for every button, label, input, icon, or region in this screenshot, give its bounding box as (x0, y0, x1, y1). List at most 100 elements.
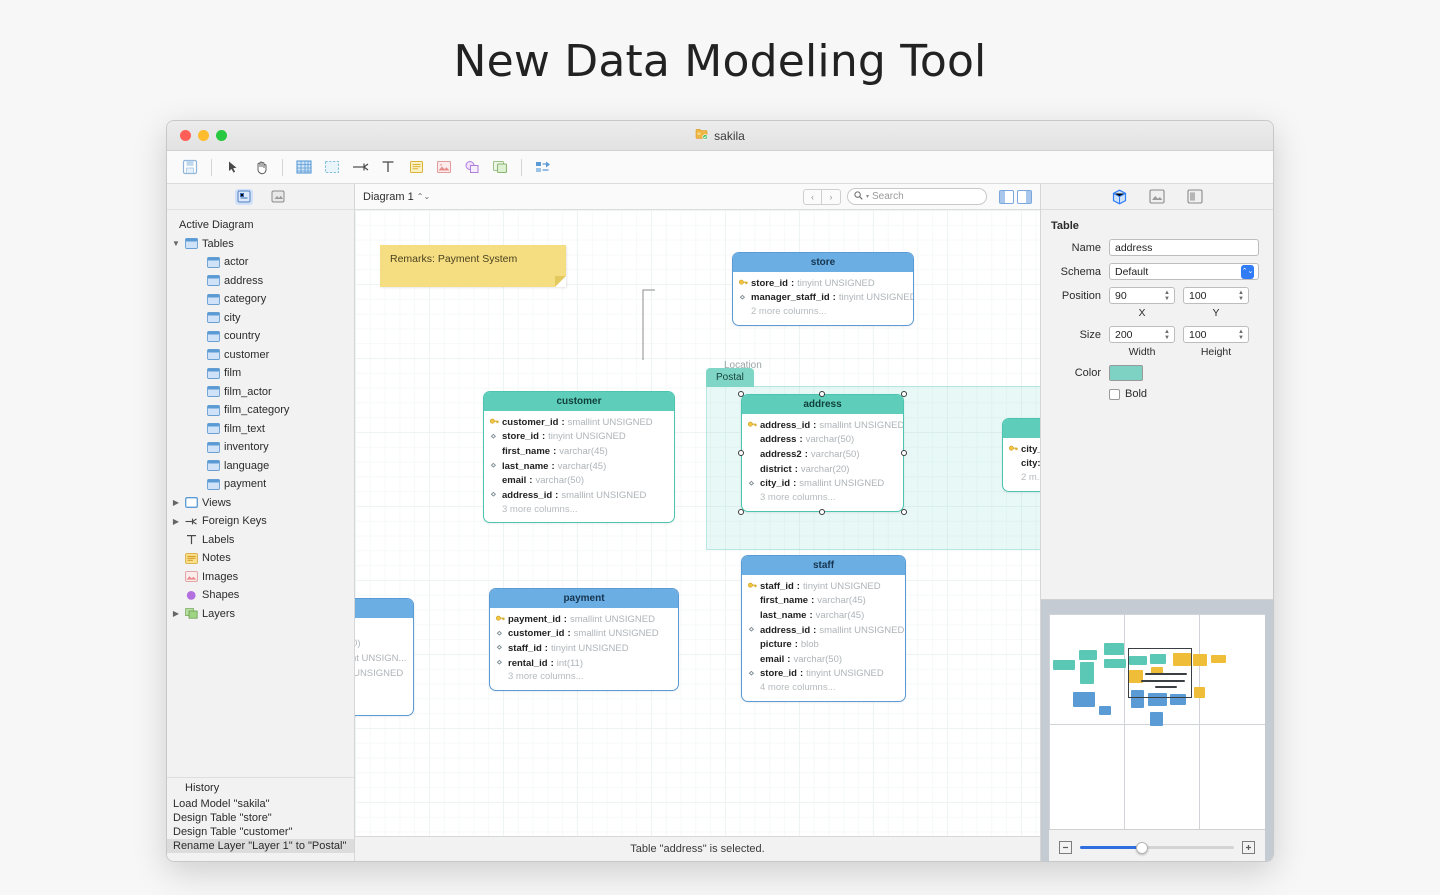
table-rental[interactable]: rental tetime(0) ediumint UNSIGN... mall… (355, 598, 414, 716)
tree-group-layers[interactable]: ▶ Layers (167, 605, 354, 624)
tree-item-film[interactable]: film (167, 364, 354, 383)
tree-group-shapes[interactable]: Shapes (167, 586, 354, 605)
zoom-slider-knob[interactable] (1136, 842, 1148, 854)
stepper-arrows-icon[interactable]: ▲▼ (1236, 329, 1248, 341)
table-column[interactable]: email: varchar(50) (748, 652, 899, 667)
chevron-right-icon[interactable]: ▶ (171, 517, 181, 526)
table-column[interactable]: store_id: tinyint UNSIGNED (490, 430, 668, 445)
table-column[interactable]: picture: blob (748, 637, 899, 652)
table-more-columns[interactable]: 4 more columns... (748, 681, 899, 696)
table-column[interactable]: customer_id: smallint UNSIGNED (496, 627, 672, 642)
show-left-panel-toggle[interactable] (999, 190, 1014, 204)
tree-item-inventory[interactable]: inventory (167, 438, 354, 457)
stepper-arrows-icon[interactable]: ▲▼ (1236, 290, 1248, 302)
table-column[interactable]: manager_staff_id: tinyint UNSIGNED (739, 291, 907, 306)
select-tool-button[interactable] (220, 155, 246, 179)
tree-group-images[interactable]: Images (167, 568, 354, 587)
table-address[interactable]: address address_id: smallint UNSIGNED ad… (741, 394, 904, 512)
table-column[interactable]: first_name: varchar(45) (490, 444, 668, 459)
table-column[interactable]: payment_id: smallint UNSIGNED (496, 612, 672, 627)
table-column[interactable]: last_name: varchar(45) (490, 459, 668, 474)
table-customer[interactable]: customer customer_id: smallint UNSIGNED … (483, 391, 675, 523)
objects-tab[interactable] (269, 189, 287, 205)
table-column[interactable]: district: varchar(20) (748, 462, 897, 477)
tree-item-country[interactable]: country (167, 327, 354, 346)
table-city[interactable]: city_ city: 2 m... (1002, 418, 1040, 492)
save-button[interactable] (177, 155, 203, 179)
table-column[interactable]: store_id: tinyint UNSIGNED (748, 667, 899, 682)
zoom-slider[interactable] (1080, 846, 1234, 849)
add-view-button[interactable] (319, 155, 345, 179)
table-more-columns[interactable]: 3 more columns... (748, 491, 897, 506)
table-column[interactable]: address_id: smallint UNSIGNED (748, 623, 899, 638)
tree-item-actor[interactable]: actor (167, 253, 354, 272)
pan-tool-button[interactable] (248, 155, 274, 179)
chevron-updown-icon[interactable]: ⌃⌄ (1241, 265, 1254, 279)
chevron-updown-icon[interactable]: ⌃⌄ (417, 192, 430, 201)
history-entry-selected[interactable]: Rename Layer "Layer 1" to "Postal" (167, 839, 354, 853)
arrange-button[interactable] (530, 155, 556, 179)
selection-handle[interactable] (901, 450, 907, 456)
add-note-button[interactable] (403, 155, 429, 179)
stepper-arrows-icon[interactable]: ▲▼ (1162, 290, 1174, 302)
table-staff[interactable]: staff staff_id: tinyint UNSIGNED first_n… (741, 555, 906, 702)
selection-handle[interactable] (901, 391, 907, 397)
table-column[interactable]: email: varchar(50) (490, 473, 668, 488)
table-payment[interactable]: payment payment_id: smallint UNSIGNED cu… (489, 588, 679, 691)
search-dropdown-caret[interactable]: ▾ (866, 193, 869, 200)
selection-handle[interactable] (819, 391, 825, 397)
table-column[interactable]: address_id: smallint UNSIGNED (490, 488, 668, 503)
selection-handle[interactable] (738, 450, 744, 456)
table-more-columns[interactable]: 3 more columns... (490, 503, 668, 518)
size-height-stepper[interactable]: 100 ▲▼ (1183, 326, 1249, 343)
nav-back-button[interactable]: ‹ (803, 189, 822, 205)
minimap[interactable] (1049, 614, 1265, 829)
tree-item-film-actor[interactable]: film_actor (167, 383, 354, 402)
schema-select[interactable]: Default ⌃⌄ (1109, 263, 1259, 280)
table-more-columns[interactable]: 3 more columns... (496, 670, 672, 685)
position-y-stepper[interactable]: 100 ▲▼ (1183, 287, 1249, 304)
table-more-columns[interactable]: 2 m... (1009, 471, 1040, 486)
diagram-selector[interactable]: Diagram 1 ⌃⌄ (363, 191, 430, 203)
layout-tab[interactable] (1186, 188, 1204, 205)
selection-handle[interactable] (819, 509, 825, 515)
selection-handle[interactable] (738, 509, 744, 515)
tree-item-customer[interactable]: customer (167, 346, 354, 365)
chevron-right-icon[interactable]: ▶ (171, 609, 181, 618)
diagram-tab[interactable] (1148, 188, 1166, 205)
table-column[interactable]: city_id: smallint UNSIGNED (748, 476, 897, 491)
table-column[interactable]: first_name: varchar(45) (748, 594, 899, 609)
table-column[interactable]: staff_id: tinyint UNSIGNED (496, 641, 672, 656)
add-label-button[interactable] (375, 155, 401, 179)
tree-item-film-category[interactable]: film_category (167, 401, 354, 420)
chevron-right-icon[interactable]: ▶ (171, 498, 181, 507)
add-table-button[interactable] (291, 155, 317, 179)
add-shape-button[interactable] (459, 155, 485, 179)
tree-root-active-diagram[interactable]: Active Diagram (167, 216, 354, 235)
show-right-panel-toggle[interactable] (1017, 190, 1032, 204)
table-column[interactable]: address_id: smallint UNSIGNED (748, 418, 897, 433)
tree-item-city[interactable]: city (167, 309, 354, 328)
table-name-input[interactable]: address (1109, 239, 1259, 256)
object-tab[interactable] (1110, 188, 1128, 205)
table-column[interactable]: last_name: varchar(45) (748, 608, 899, 623)
table-column[interactable]: staff_id: tinyint UNSIGNED (748, 579, 899, 594)
tree-item-language[interactable]: language (167, 457, 354, 476)
tree-item-film-text[interactable]: film_text (167, 420, 354, 439)
nav-forward-button[interactable]: › (822, 189, 841, 205)
table-column[interactable]: address2: varchar(50) (748, 447, 897, 462)
table-column[interactable]: address: varchar(50) (748, 433, 897, 448)
history-entry[interactable]: Design Table "store" (167, 811, 354, 825)
position-x-stepper[interactable]: 90 ▲▼ (1109, 287, 1175, 304)
selection-handle[interactable] (738, 391, 744, 397)
tree-group-notes[interactable]: Notes (167, 549, 354, 568)
tree-item-payment[interactable]: payment (167, 475, 354, 494)
diagram-note[interactable]: Remarks: Payment System (380, 245, 566, 287)
table-column[interactable]: store_id: tinyint UNSIGNED (739, 276, 907, 291)
add-foreign-key-button[interactable] (347, 155, 373, 179)
add-image-button[interactable] (431, 155, 457, 179)
table-more-columns[interactable] (355, 695, 407, 710)
tree-group-labels[interactable]: Labels (167, 531, 354, 550)
history-entry[interactable]: Design Table "customer" (167, 825, 354, 839)
table-store[interactable]: store store_id: tinyint UNSIGNED manager… (732, 252, 914, 326)
